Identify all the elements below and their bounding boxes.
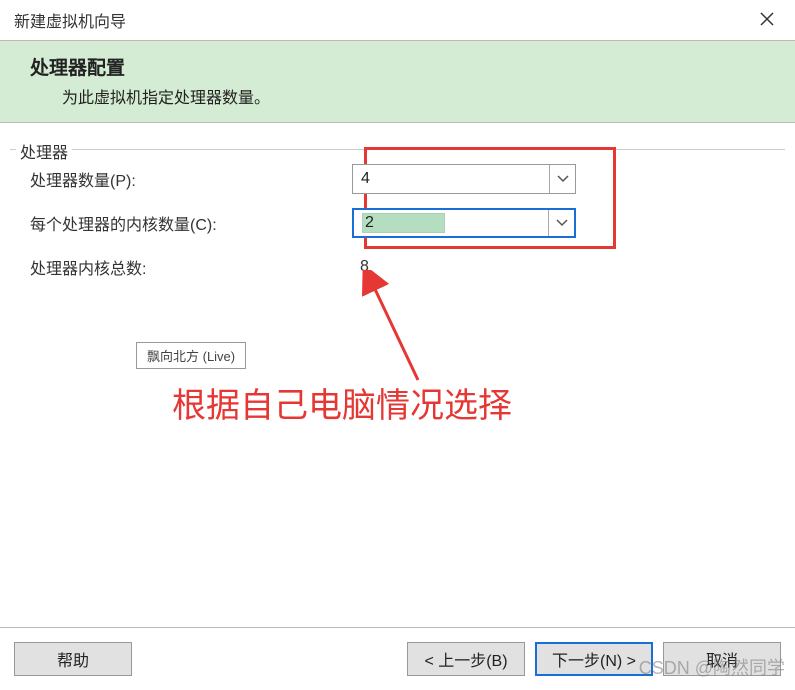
prev-button[interactable]: < 上一步(B)	[407, 642, 525, 676]
form-area: 处理器数量(P): 4 每个处理器的内核数量(C): 2	[22, 157, 773, 289]
selected-highlight: 2	[362, 213, 445, 233]
label-total-cores: 处理器内核总数:	[22, 255, 352, 279]
close-icon[interactable]	[753, 9, 781, 31]
select-cores-per-processor[interactable]: 2	[352, 208, 576, 238]
titlebar: 新建虚拟机向导	[0, 0, 795, 40]
label-cores-per-processor: 每个处理器的内核数量(C):	[22, 211, 352, 235]
select-cores-per-processor-value: 2	[354, 213, 548, 233]
annotation-text: 根据自己电脑情况选择	[172, 378, 512, 427]
wizard-header: 处理器配置 为此虚拟机指定处理器数量。	[0, 40, 795, 123]
select-processor-count[interactable]: 4	[352, 164, 576, 194]
cancel-button[interactable]: 取消	[663, 642, 781, 676]
label-processor-count: 处理器数量(P):	[22, 167, 352, 191]
help-button[interactable]: 帮助	[14, 642, 132, 676]
wizard-footer: 帮助 < 上一步(B) 下一步(N) > 取消	[0, 627, 795, 690]
chevron-down-icon	[549, 165, 575, 193]
row-cores-per-processor: 每个处理器的内核数量(C): 2	[22, 201, 773, 245]
chevron-down-icon	[548, 210, 574, 236]
next-button[interactable]: 下一步(N) >	[535, 642, 653, 676]
processor-group: 处理器 处理器数量(P): 4 每个处理器的内核数量(C): 2	[10, 139, 785, 301]
window-title: 新建虚拟机向导	[14, 8, 126, 32]
select-processor-count-value: 4	[353, 170, 549, 188]
page-subheading: 为此虚拟机指定处理器数量。	[30, 84, 765, 108]
value-total-cores: 8	[352, 258, 369, 276]
page-heading: 处理器配置	[30, 53, 765, 80]
tooltip-badge: 飘向北方 (Live)	[136, 342, 246, 369]
row-total-cores: 处理器内核总数: 8	[22, 245, 773, 289]
row-processor-count: 处理器数量(P): 4	[22, 157, 773, 201]
